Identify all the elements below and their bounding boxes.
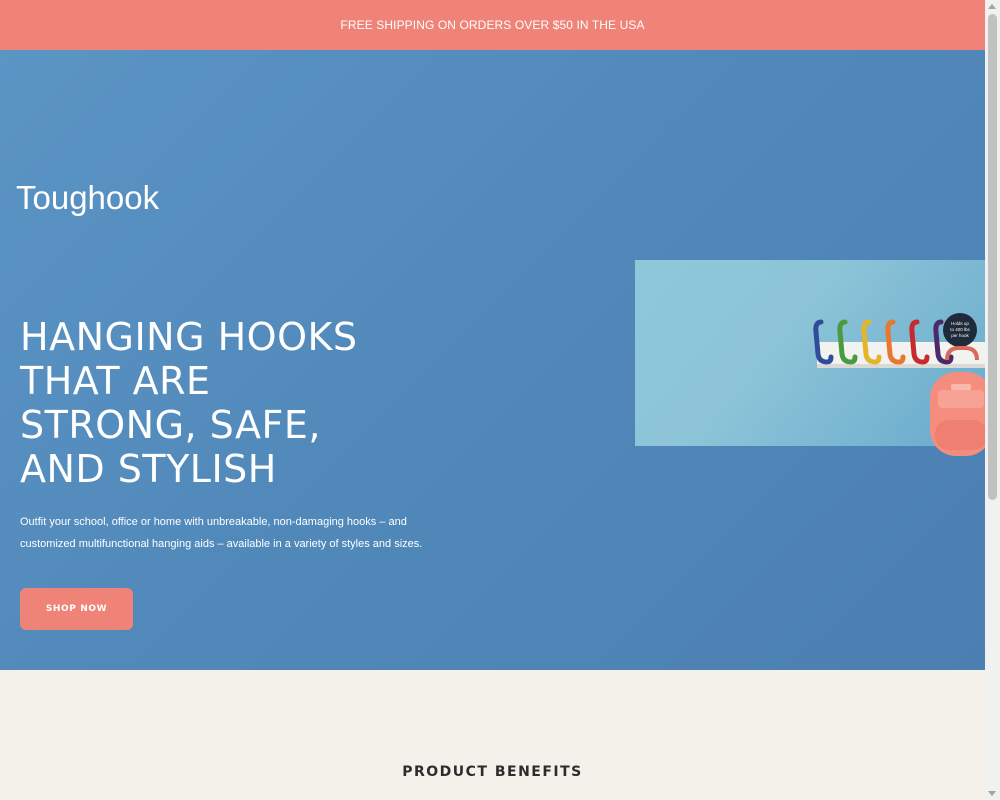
product-benefits-section: PRODUCT BENEFITS bbox=[0, 670, 985, 800]
capacity-badge: Holds up to 400 lbs per hook bbox=[943, 313, 977, 347]
logo-wordmark-icon: Toughook bbox=[16, 179, 160, 216]
arrow-up-icon[interactable] bbox=[988, 4, 996, 9]
svg-text:per hook: per hook bbox=[951, 333, 969, 338]
shop-now-button[interactable]: SHOP NOW bbox=[20, 588, 133, 630]
scrollbar-thumb[interactable] bbox=[988, 14, 997, 500]
headline-line-3: STRONG, SAFE, bbox=[20, 403, 321, 447]
arrow-down-icon[interactable] bbox=[988, 791, 996, 796]
hero-headline: HANGING HOOKS THAT ARE STRONG, SAFE, AND… bbox=[20, 315, 460, 491]
announcement-text: FREE SHIPPING ON ORDERS OVER $50 IN THE … bbox=[340, 18, 645, 32]
hook-rack-illustration: Holds up to 400 lbs per hook bbox=[813, 313, 985, 456]
svg-text:Toughook: Toughook bbox=[16, 179, 160, 216]
svg-text:to 400 lbs: to 400 lbs bbox=[950, 327, 970, 332]
headline-line-1: HANGING HOOKS bbox=[20, 315, 358, 359]
headline-line-2: THAT ARE bbox=[20, 359, 211, 403]
announcement-bar: FREE SHIPPING ON ORDERS OVER $50 IN THE … bbox=[0, 0, 985, 50]
svg-text:Holds up: Holds up bbox=[951, 321, 969, 326]
benefits-title: PRODUCT BENEFITS bbox=[402, 764, 583, 780]
hero-section: Toughook HANGING HOOKS THAT ARE STRONG, … bbox=[0, 50, 985, 670]
brand-logo[interactable]: Toughook bbox=[16, 167, 166, 229]
hero-product-image: Holds up to 400 lbs per hook bbox=[635, 260, 985, 456]
headline-line-4: AND STYLISH bbox=[20, 447, 277, 491]
page-scrollbar[interactable] bbox=[985, 0, 1000, 800]
hero-subtext: Outfit your school, office or home with … bbox=[20, 516, 423, 550]
